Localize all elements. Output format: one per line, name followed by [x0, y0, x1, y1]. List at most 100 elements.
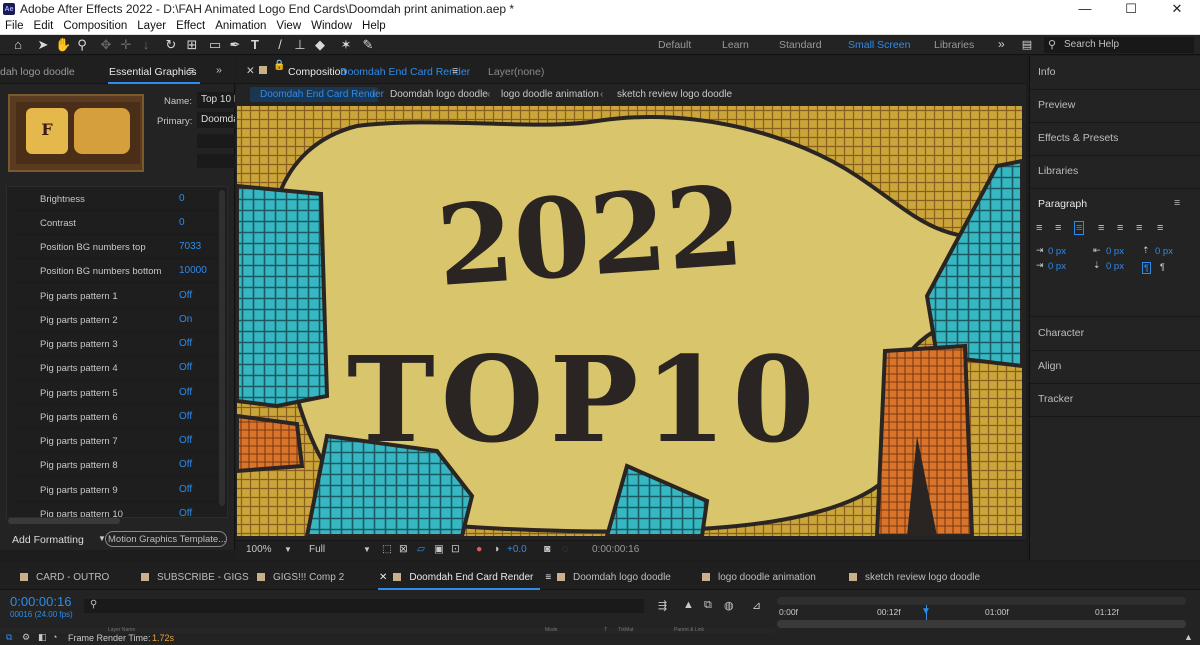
- property-value[interactable]: Off: [179, 508, 192, 517]
- panel-character[interactable]: Character: [1038, 327, 1084, 339]
- breadcrumb-logo-doodle-animation[interactable]: logo doodle animation: [501, 89, 599, 100]
- timeline-tab-logo-doodle[interactable]: Doomdah logo doodle: [557, 572, 671, 583]
- transparency-grid-icon[interactable]: ⊠: [399, 543, 408, 555]
- blank-field-2[interactable]: [197, 154, 235, 168]
- blank-field-1[interactable]: [197, 134, 235, 148]
- justify-all-icon[interactable]: ≡: [1157, 222, 1163, 234]
- property-value[interactable]: Off: [179, 362, 192, 373]
- menu-icon[interactable]: ≡: [1174, 197, 1180, 209]
- first-line-indent-value[interactable]: 0 px: [1048, 261, 1066, 272]
- property-value[interactable]: Off: [179, 484, 192, 495]
- chevron-up-icon[interactable]: ▲: [1184, 632, 1193, 642]
- rectangle-icon[interactable]: ▭: [207, 37, 223, 53]
- toggle-modes-icon[interactable]: ◧: [38, 632, 47, 643]
- property-value[interactable]: 10000: [179, 265, 207, 276]
- composition-viewer[interactable]: 2022 TOP10: [237, 106, 1022, 536]
- menu-icon[interactable]: ≡: [452, 65, 458, 77]
- menu-window[interactable]: Window: [306, 20, 357, 32]
- maximize-icon[interactable]: ☐: [1108, 0, 1154, 18]
- menu-edit[interactable]: Edit: [29, 20, 59, 32]
- brush-icon[interactable]: /: [272, 37, 288, 53]
- resolution-dropdown[interactable]: Full: [309, 544, 325, 555]
- justify-right-icon[interactable]: ≡: [1136, 222, 1142, 234]
- justify-left-icon[interactable]: ≡: [1098, 222, 1104, 234]
- menu-view[interactable]: View: [271, 20, 306, 32]
- timeline-tab-logo-doodle-animation[interactable]: logo doodle animation: [702, 572, 816, 583]
- 3d-view-icon[interactable]: ⊡: [451, 543, 460, 555]
- search-help-input[interactable]: ⚲ Search Help: [1044, 37, 1194, 53]
- frame-blending-icon[interactable]: ◍: [724, 599, 734, 612]
- panel-overflow-icon[interactable]: »: [216, 64, 222, 76]
- primary-field[interactable]: Doomda: [197, 112, 235, 128]
- add-formatting-dropdown[interactable]: Add Formatting: [12, 534, 84, 546]
- property-list-scrollbar[interactable]: [219, 190, 225, 506]
- menu-effect[interactable]: Effect: [171, 20, 210, 32]
- property-value[interactable]: Off: [179, 459, 192, 470]
- ltr-direction-icon[interactable]: ¶: [1142, 262, 1151, 274]
- layer-tab-value[interactable]: (none): [514, 66, 544, 78]
- lock-icon[interactable]: 🔒: [273, 60, 285, 71]
- close-window-icon[interactable]: ✕: [1154, 0, 1200, 18]
- menu-file[interactable]: File: [0, 20, 29, 32]
- indent-right-value[interactable]: 0 px: [1106, 246, 1124, 257]
- graph-editor-icon[interactable]: ⊿: [752, 599, 761, 612]
- panel-align[interactable]: Align: [1038, 360, 1061, 372]
- roto-brush-icon[interactable]: ✶: [338, 37, 354, 53]
- close-tab-icon[interactable]: ✕: [379, 572, 387, 583]
- name-field[interactable]: Top 10 L: [197, 92, 235, 108]
- tab-essential-graphics[interactable]: Essential Graphics: [109, 66, 197, 78]
- menu-composition[interactable]: Composition: [58, 20, 132, 32]
- menu-animation[interactable]: Animation: [210, 20, 271, 32]
- menu-icon[interactable]: ≡: [545, 572, 551, 583]
- close-tab-icon[interactable]: ✕: [246, 65, 255, 77]
- exposure-value[interactable]: +0.0: [507, 544, 527, 555]
- tab-logo-doodle-partial[interactable]: dah logo doodle: [0, 66, 75, 78]
- property-value[interactable]: Off: [179, 411, 192, 422]
- clone-stamp-icon[interactable]: ⊥: [292, 37, 308, 53]
- dolly-icon[interactable]: ↓: [138, 37, 154, 53]
- panel-libraries[interactable]: Libraries: [1038, 165, 1078, 177]
- current-time-display[interactable]: 0:00:00:16: [10, 594, 71, 609]
- timeline-tab-gigs-comp[interactable]: GIGS!!! Comp 2: [257, 572, 344, 583]
- zoom-icon[interactable]: ⚲: [74, 37, 90, 53]
- work-area-bar[interactable]: [777, 597, 1186, 605]
- breadcrumb-end-card[interactable]: Doomdah End Card Render: [260, 89, 384, 100]
- align-left-icon[interactable]: ≡: [1036, 222, 1042, 234]
- menu-help[interactable]: Help: [357, 20, 391, 32]
- property-value[interactable]: 0: [179, 217, 185, 228]
- workspace-libraries[interactable]: Libraries: [934, 39, 974, 51]
- rtl-direction-icon[interactable]: ¶: [1160, 262, 1165, 272]
- toggle-render-time-icon[interactable]: ◔: [52, 632, 57, 642]
- selection-arrow-icon[interactable]: ➤: [35, 37, 51, 53]
- pin-icon[interactable]: ✎: [360, 37, 376, 53]
- workspace-overflow-icon[interactable]: »: [998, 37, 1005, 51]
- rotate-icon[interactable]: ↻: [163, 37, 179, 53]
- property-value[interactable]: 0: [179, 193, 185, 204]
- composition-tab-prefix[interactable]: Composition: [288, 66, 346, 78]
- property-value[interactable]: Off: [179, 387, 192, 398]
- playhead-icon[interactable]: ▼: [921, 606, 931, 617]
- shy-layers-icon[interactable]: ⧉: [704, 599, 712, 612]
- property-value[interactable]: Off: [179, 435, 192, 446]
- mask-visibility-icon[interactable]: ▱: [417, 543, 425, 555]
- timeline-zoom-slider[interactable]: [777, 620, 1186, 628]
- show-snapshot-icon[interactable]: ◌: [562, 543, 568, 555]
- pan-icon[interactable]: ✛: [118, 37, 134, 53]
- space-after-value[interactable]: 0 px: [1106, 261, 1124, 272]
- menu-icon[interactable]: ≡: [188, 65, 194, 77]
- property-value[interactable]: Off: [179, 290, 192, 301]
- eraser-icon[interactable]: ◆: [312, 37, 328, 53]
- motion-graphics-template-button[interactable]: Motion Graphics Template...: [105, 531, 227, 547]
- property-value[interactable]: On: [179, 314, 192, 325]
- breadcrumb-sketch-review[interactable]: sketch review logo doodle: [617, 89, 732, 100]
- property-value[interactable]: Off: [179, 338, 192, 349]
- timeline-tab-card-outro[interactable]: CARD - OUTRO: [20, 572, 109, 583]
- snapshot-icon[interactable]: ◙: [544, 543, 550, 555]
- timeline-tab-sketch-review[interactable]: sketch review logo doodle: [849, 572, 980, 583]
- workspace-standard[interactable]: Standard: [779, 39, 822, 51]
- panel-tracker[interactable]: Tracker: [1038, 393, 1073, 405]
- hand-icon[interactable]: ✋: [55, 37, 71, 53]
- toggle-switches-icon[interactable]: ⚙: [22, 632, 30, 643]
- panel-paragraph[interactable]: Paragraph: [1038, 198, 1087, 210]
- keyboard-icon[interactable]: ▤: [1019, 37, 1035, 53]
